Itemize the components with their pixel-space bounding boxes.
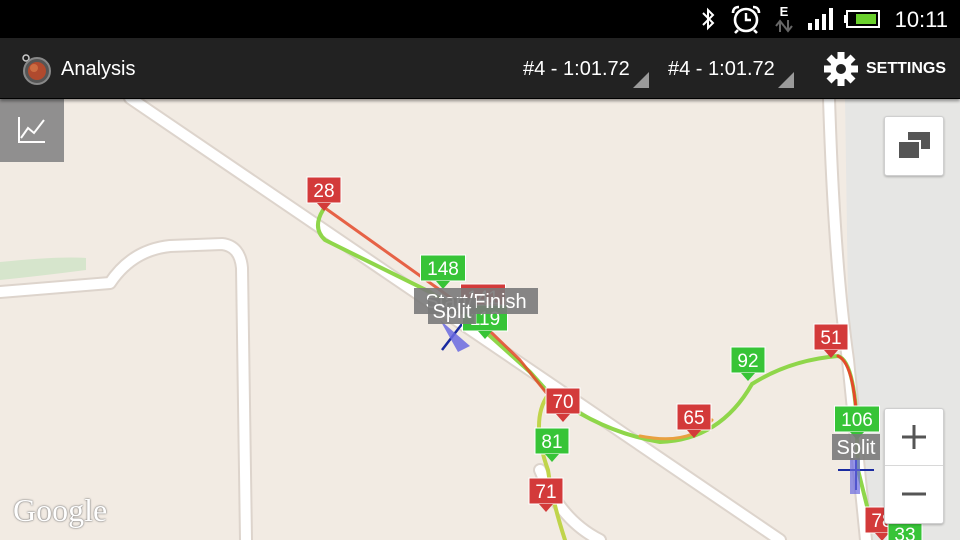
status-time: 10:11 — [894, 7, 948, 32]
lap-marker[interactable]: 28 — [306, 176, 342, 211]
zoom-control — [884, 408, 944, 524]
layers-button[interactable] — [884, 116, 944, 176]
minus-icon — [902, 492, 926, 496]
lap-marker-label: 28 — [313, 181, 334, 202]
plus-icon — [902, 425, 926, 449]
lap-marker[interactable]: 81 — [534, 427, 570, 462]
page-title: Analysis — [61, 58, 136, 80]
split-tag: Split — [428, 298, 476, 324]
split-tag-label: Split — [837, 437, 876, 459]
battery-icon — [842, 0, 882, 38]
settings-button[interactable]: SETTINGS — [822, 38, 960, 98]
dropdown-indicator-icon — [777, 72, 794, 88]
layers-icon — [897, 132, 930, 160]
lap-track — [316, 206, 882, 540]
lap-marker[interactable]: 148 — [420, 254, 466, 289]
tag-layer: Start/FinishSplitSplit — [414, 288, 880, 460]
zoom-out-button[interactable] — [885, 466, 943, 522]
lap-marker-label: 106 — [841, 410, 873, 431]
split-tag-label: Split — [433, 301, 472, 323]
lap-marker[interactable]: 65 — [676, 403, 712, 438]
network-icon: E — [772, 0, 796, 38]
split-tag: Split — [832, 434, 880, 460]
lap-b-label: #4 - 1:01.72 — [668, 58, 775, 80]
signal-icon — [806, 0, 838, 38]
line-chart-icon — [18, 117, 45, 143]
chart-button[interactable] — [0, 98, 64, 162]
network-type-label: E — [779, 3, 789, 19]
lap-marker-label: 33 — [894, 525, 915, 540]
lap-marker-label: 71 — [535, 482, 556, 503]
zoom-in-button[interactable] — [885, 409, 943, 466]
bluetooth-icon — [696, 0, 720, 38]
alarm-icon — [728, 0, 764, 38]
status-bar: E 10:11 — [0, 0, 960, 38]
lap-marker[interactable]: 92 — [730, 346, 766, 381]
lap-marker-label: 51 — [820, 328, 841, 349]
lap-b-dropdown[interactable]: #4 - 1:01.72 — [668, 38, 794, 98]
settings-label: SETTINGS — [866, 60, 947, 77]
lap-marker-label: 81 — [541, 432, 562, 453]
lap-a-label: #4 - 1:01.72 — [523, 58, 630, 80]
stopwatch-app-icon[interactable] — [20, 53, 52, 85]
lap-marker-label: 92 — [737, 351, 758, 372]
dropdown-indicator-icon — [632, 72, 649, 88]
lap-marker[interactable]: 70 — [545, 387, 581, 422]
action-bar: Analysis #4 - 1:01.72 #4 - 1:01.72 SETTI… — [0, 38, 960, 99]
map-canvas[interactable]: 281481411197081716592511067833 Start/Fin… — [0, 98, 960, 540]
lap-a-dropdown[interactable]: #4 - 1:01.72 — [523, 38, 649, 98]
map-view[interactable]: 281481411197081716592511067833 Start/Fin… — [0, 98, 960, 540]
lap-marker-label: 70 — [552, 392, 573, 413]
google-attribution: Google — [13, 492, 108, 528]
lap-marker-label: 148 — [427, 259, 459, 280]
lap-marker-label: 65 — [683, 408, 704, 429]
gear-icon — [824, 52, 858, 86]
park-area — [0, 257, 86, 280]
